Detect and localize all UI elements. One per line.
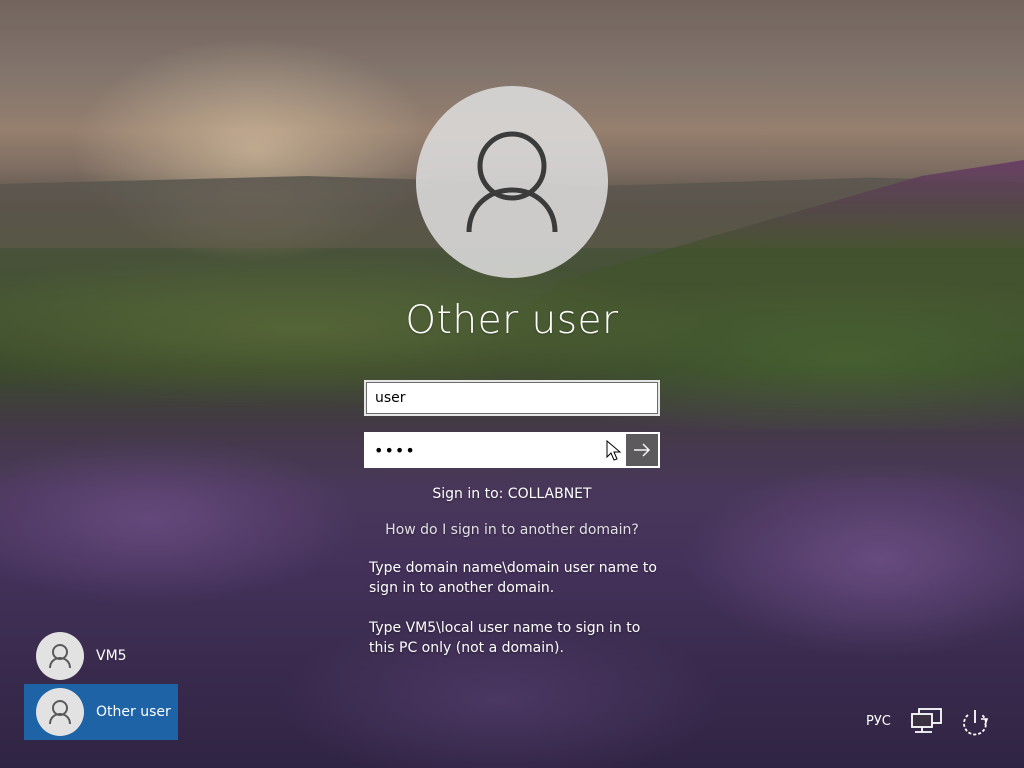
user-silhouette-icon bbox=[49, 644, 71, 669]
arrow-right-icon bbox=[634, 443, 650, 457]
domain-help-text: Type domain name\domain user name to sig… bbox=[369, 560, 657, 596]
input-language-indicator[interactable]: РУС bbox=[866, 714, 891, 729]
power-icon[interactable] bbox=[957, 706, 993, 740]
username-field-container bbox=[364, 380, 660, 416]
user-silhouette-icon bbox=[49, 700, 71, 725]
user-silhouette-icon bbox=[466, 131, 558, 233]
other-domain-help-link[interactable]: How do I sign in to another domain? bbox=[312, 522, 712, 538]
network-icon[interactable] bbox=[910, 707, 944, 737]
page-title: Other user bbox=[405, 298, 619, 343]
lock-screen: Other user Sign in to: COLLABNET How do … bbox=[0, 0, 1024, 768]
user-tile-vm5[interactable]: VM5 bbox=[24, 628, 178, 684]
local-help-text: Type VM5\local user name to sign in to t… bbox=[369, 620, 641, 656]
user-avatar-small bbox=[36, 632, 84, 680]
user-tile-label: Other user bbox=[96, 704, 171, 720]
submit-button[interactable] bbox=[626, 434, 658, 466]
password-input[interactable] bbox=[366, 434, 628, 466]
user-tile-label: VM5 bbox=[96, 648, 127, 664]
user-tile-other-user[interactable]: Other user bbox=[24, 684, 178, 740]
mouse-cursor-icon bbox=[606, 440, 622, 461]
username-input[interactable] bbox=[366, 382, 658, 414]
user-avatar bbox=[416, 86, 608, 278]
user-avatar-small bbox=[36, 688, 84, 736]
sign-in-domain-label: Sign in to: COLLABNET bbox=[432, 486, 592, 502]
